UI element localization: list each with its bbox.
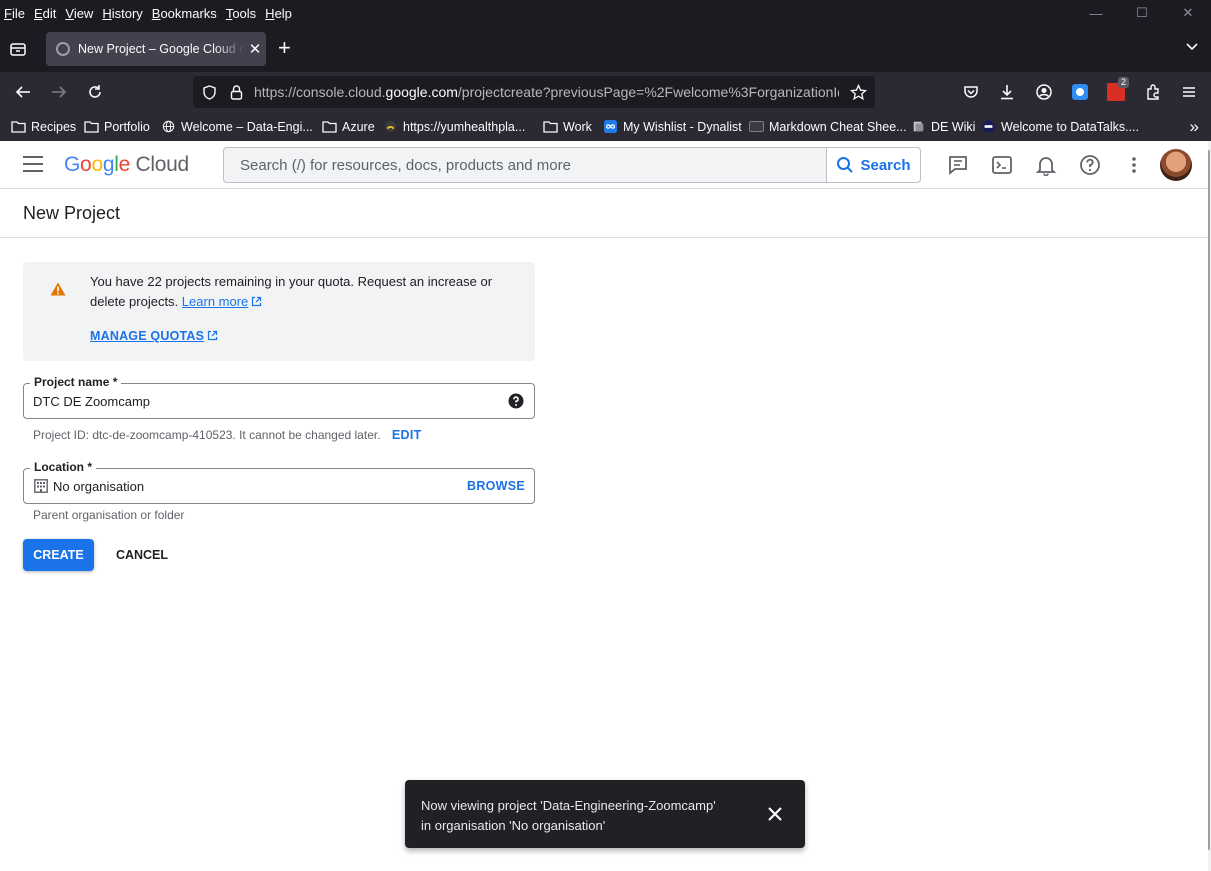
search-icon [837,157,854,173]
external-link-icon [208,330,218,341]
search-bar: Search [223,147,921,183]
shield-icon[interactable] [201,84,218,101]
tab-favicon [56,42,70,56]
hamburger-menu-icon[interactable] [23,156,43,172]
window-controls: — ☐ ✕ [1073,0,1211,26]
bookmark-welcome-de[interactable]: Welcome – Data-Engi... [161,118,313,135]
snackbar-toast: Now viewing project 'Data-Engineering-Zo… [405,780,805,848]
external-link-icon [252,296,262,307]
project-name-label: Project name * [30,375,122,389]
navigation-bar: https://console.cloud.google.com/project… [0,72,1211,112]
quota-message: You have 22 projects remaining in your q… [90,274,493,309]
page-title: New Project [23,203,121,223]
menu-bar: File Edit View History Bookmarks Tools H… [0,0,1211,26]
menu-bookmarks[interactable]: Bookmarks [152,6,217,21]
scrollbar-thumb[interactable] [1208,150,1210,850]
reload-icon[interactable] [86,83,104,101]
project-name-field[interactable]: Project name * DTC DE Zoomcamp [23,375,535,419]
bookmark-de-wiki[interactable]: DE Wiki [911,118,975,135]
location-hint: Parent organisation or folder [33,508,185,522]
chevron-down-icon[interactable] [1185,40,1199,54]
help-icon[interactable] [508,393,524,409]
app-menu-icon[interactable] [1180,83,1198,101]
minimize-icon[interactable]: — [1073,6,1119,21]
menu-view[interactable]: View [65,6,93,21]
forward-icon[interactable] [50,83,68,101]
globe-icon [162,120,175,133]
browse-button[interactable]: BROWSE [467,479,525,493]
bookmark-recipes[interactable]: Recipes [11,118,76,135]
download-icon[interactable] [998,83,1016,101]
organisation-icon [34,479,48,493]
help-icon[interactable] [1079,154,1101,176]
toast-message: Now viewing project 'Data-Engineering-Zo… [421,798,716,833]
site-icon [384,120,397,133]
dtc-icon [982,120,995,133]
account-icon[interactable] [1035,83,1053,101]
quota-banner: You have 22 projects remaining in your q… [23,262,535,361]
dynalist-icon [604,120,617,133]
edit-project-id-button[interactable]: EDIT [392,428,422,442]
notifications-bell-icon[interactable] [1035,154,1057,176]
menu-tools[interactable]: Tools [226,6,256,21]
active-tab[interactable]: New Project – Google Cloud console ✕ [46,32,266,66]
avatar[interactable] [1160,149,1192,181]
extension-red-icon[interactable]: 2 [1107,77,1129,101]
more-vert-icon[interactable] [1123,154,1145,176]
project-id-hint: Project ID: dtc-de-zoomcamp-410523. It c… [33,428,422,442]
close-window-icon[interactable]: ✕ [1165,5,1211,21]
close-icon[interactable] [766,805,784,823]
cloud-shell-icon[interactable] [991,154,1013,176]
lock-icon[interactable] [228,84,245,101]
folder-icon [322,121,337,133]
tab-bar: New Project – Google Cloud console ✕ + [0,26,1211,72]
back-icon[interactable] [14,83,32,101]
url-text: https://console.cloud.google.com/project… [254,84,839,100]
bookmarks-bar: Recipes Portfolio Welcome – Data-Engi...… [0,112,1211,141]
maximize-icon[interactable]: ☐ [1119,5,1165,21]
star-icon[interactable] [850,84,867,101]
warning-icon [50,282,66,296]
tab-list-icon[interactable] [9,40,27,58]
bookmark-work[interactable]: Work [543,118,592,135]
location-value: No organisation [53,479,145,494]
page-header: New Project [0,189,1208,238]
extension-badge: 2 [1117,77,1129,88]
bookmark-datatalks[interactable]: Welcome to DataTalks.... [981,118,1139,135]
search-input[interactable] [224,148,826,182]
feedback-icon[interactable] [947,154,969,176]
location-label: Location * [30,460,97,474]
folder-icon [543,121,558,133]
manage-quotas-link[interactable]: MANAGE QUOTAS [90,329,218,343]
pocket-icon[interactable] [962,83,980,101]
location-field[interactable]: Location * No organisation BROWSE [23,460,535,504]
bookmark-azure[interactable]: Azure [322,118,375,135]
wiki-icon [913,121,924,132]
new-tab-icon[interactable]: + [278,37,291,59]
folder-icon [84,121,99,133]
menu-help[interactable]: Help [265,6,292,21]
tab-close-icon[interactable]: ✕ [244,40,266,58]
markdown-icon [749,121,764,132]
tab-title: New Project – Google Cloud console [78,42,244,56]
more-bookmarks-icon[interactable]: » [1190,117,1199,137]
extension-blue-icon[interactable] [1071,83,1089,101]
menu-history[interactable]: History [102,6,142,21]
learn-more-link[interactable]: Learn more [182,294,262,309]
google-cloud-logo[interactable]: Google Cloud [64,153,189,177]
bookmark-markdown[interactable]: Markdown Cheat Shee... [749,118,907,135]
project-name-value[interactable]: DTC DE Zoomcamp [33,394,150,409]
create-button[interactable]: CREATE [23,539,94,571]
menu-edit[interactable]: Edit [34,6,56,21]
cancel-button[interactable]: CANCEL [105,539,179,571]
menu-file[interactable]: File [4,6,25,21]
gc-header: Google Cloud Search [0,141,1211,189]
bookmark-portfolio[interactable]: Portfolio [84,118,150,135]
bookmark-yumhealth[interactable]: https://yumhealthpla... [383,118,525,135]
search-button[interactable]: Search [826,148,920,182]
bookmark-dynalist[interactable]: My Wishlist - Dynalist [603,118,742,135]
extensions-puzzle-icon[interactable] [1144,83,1162,101]
address-bar[interactable]: https://console.cloud.google.com/project… [193,76,875,108]
folder-icon [11,121,26,133]
